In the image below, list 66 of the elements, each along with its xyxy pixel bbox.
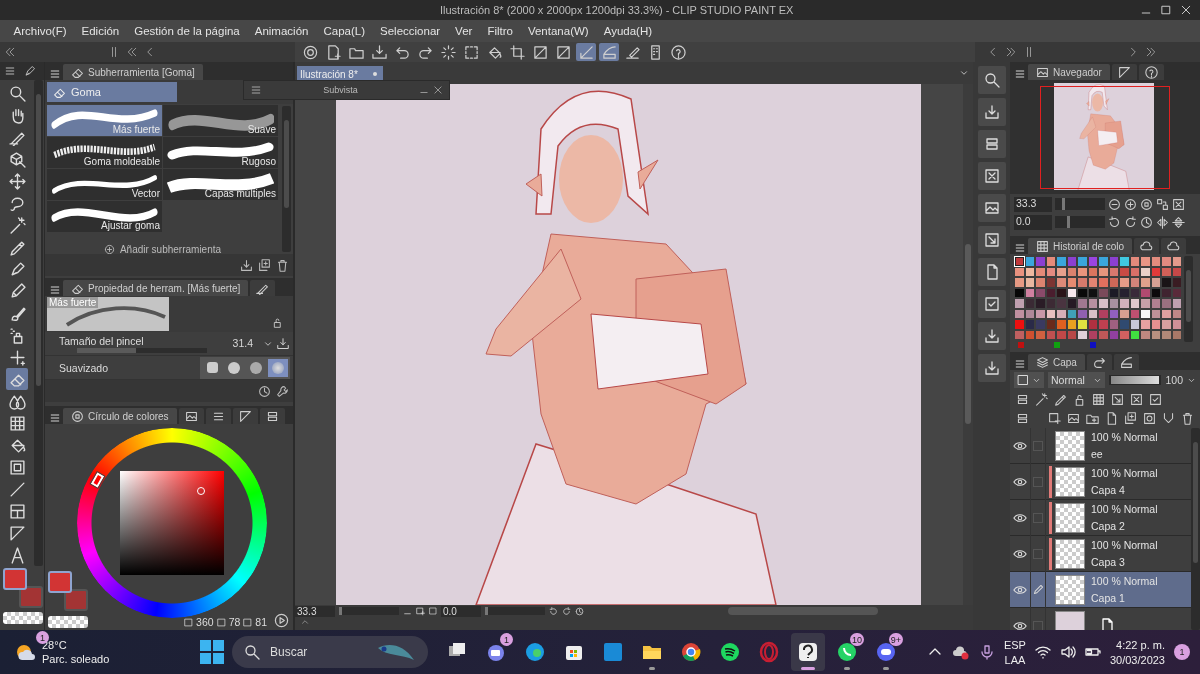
saturation-value: 78 bbox=[228, 616, 241, 628]
brightness-value: 81 bbox=[255, 616, 267, 628]
brush-size-label: Tamaño del pincel bbox=[59, 334, 144, 347]
zoom-field[interactable]: 33.3 bbox=[1014, 196, 1052, 212]
menu-item[interactable]: Ventana(W) bbox=[520, 25, 597, 37]
brush-size-value[interactable]: 31.4 bbox=[232, 336, 253, 349]
menu-item[interactable]: Animación bbox=[247, 25, 316, 37]
menu-item[interactable]: Filtro bbox=[479, 25, 521, 37]
search-field[interactable]: Buscar bbox=[232, 636, 428, 668]
weather-condition: Parc. soleado bbox=[42, 653, 110, 665]
subtool-item[interactable]: Vector bbox=[47, 169, 162, 200]
zoom-field[interactable]: 33.3 bbox=[295, 605, 335, 617]
tool-property-tab[interactable]: Propiedad de herram. [Más fuerte] bbox=[63, 280, 249, 296]
menu-item[interactable]: Edición bbox=[74, 25, 127, 37]
layer-blend: 100 % Normal bbox=[1091, 431, 1158, 443]
layer-name: Capa 2 bbox=[1091, 520, 1126, 532]
layer-blend: 100 % Normal bbox=[1091, 575, 1158, 587]
subtool-item[interactable]: Más fuerte bbox=[47, 105, 162, 136]
subtool-item[interactable]: Capas múltiples bbox=[163, 169, 278, 200]
layer-blend: 100 % Normal bbox=[1091, 503, 1158, 515]
clock[interactable]: 4:22 p. m. 30/03/2023 bbox=[1109, 638, 1165, 666]
layer-row[interactable]: 100 % Normal ee bbox=[1010, 428, 1191, 464]
blend-mode-dropdown[interactable]: Normal bbox=[1048, 372, 1106, 388]
navigator-tab[interactable]: Navegador bbox=[1028, 64, 1110, 80]
layer-blend: 100 % Normal bbox=[1091, 467, 1158, 479]
subtool-tab[interactable]: Subherramienta [Goma] bbox=[63, 64, 203, 80]
taskbar-app[interactable]: 1 bbox=[479, 633, 513, 671]
layer-row[interactable]: 100 % Normal Capa 1 bbox=[1010, 572, 1191, 608]
taskbar-app[interactable]: 9+ bbox=[869, 633, 903, 671]
layer-row[interactable]: 100 % Normal Capa 4 bbox=[1010, 464, 1191, 500]
layer-tab[interactable]: Capa bbox=[1028, 354, 1085, 370]
menu-item[interactable]: Seleccionar bbox=[372, 25, 448, 37]
taskbar-app[interactable]: 10 bbox=[830, 633, 864, 671]
subtool-item[interactable]: Goma moldeable bbox=[47, 137, 162, 168]
notification-badge: 9+ bbox=[888, 633, 903, 646]
color-wheel-tab[interactable]: Círculo de colores bbox=[63, 408, 177, 424]
subtool-item[interactable]: Rugoso bbox=[163, 137, 278, 168]
smoothing-label: Suavizado bbox=[59, 361, 109, 374]
subtool-group[interactable]: Goma bbox=[47, 82, 177, 102]
layer-row[interactable]: 100 % Normal Capa 3 bbox=[1010, 536, 1191, 572]
menu-item[interactable]: Capa(L) bbox=[315, 25, 373, 37]
layer-name: Capa 1 bbox=[1091, 592, 1126, 604]
angle-field[interactable]: 0.0 bbox=[441, 605, 481, 617]
layer-row[interactable]: 100 % Normal Capa 2 bbox=[1010, 500, 1191, 536]
notification-badge: 1 bbox=[500, 633, 513, 646]
menu-item[interactable]: Gestión de la página bbox=[126, 25, 248, 37]
layer-blend: 100 % Normal bbox=[1091, 539, 1158, 551]
menu-item[interactable]: Archivo(F) bbox=[6, 25, 75, 37]
layer-name: Capa 4 bbox=[1091, 484, 1126, 496]
color-history-tab[interactable]: Historial de colo bbox=[1028, 238, 1133, 254]
menu-item[interactable]: Ayuda(H) bbox=[596, 25, 660, 37]
notification-badge: 10 bbox=[850, 633, 864, 646]
window-title: Ilustración 8* (2000 x 2000px 1200dpi 33.3%) - CLIP STUDIO PAINT EX bbox=[439, 4, 795, 16]
hue-value: 360 bbox=[196, 616, 214, 628]
subtool-item[interactable]: Ajustar goma bbox=[47, 201, 162, 232]
layer-name: Capa 3 bbox=[1091, 556, 1126, 568]
menu-item[interactable]: Ver bbox=[447, 25, 480, 37]
language-indicator[interactable]: ESP LAA bbox=[1003, 638, 1026, 666]
preview-label: Más fuerte bbox=[47, 297, 99, 308]
opacity-value[interactable]: 100 bbox=[1165, 374, 1183, 386]
subtool-item[interactable]: Suave bbox=[163, 105, 278, 136]
rotation-field[interactable]: 0.0 bbox=[1014, 214, 1052, 230]
layer-name: ee bbox=[1091, 448, 1104, 460]
add-subtool-button[interactable]: Añadir subherramienta bbox=[47, 241, 278, 257]
subview-title: Subvista bbox=[322, 85, 359, 95]
notification-badge[interactable]: 1 bbox=[1174, 644, 1190, 660]
